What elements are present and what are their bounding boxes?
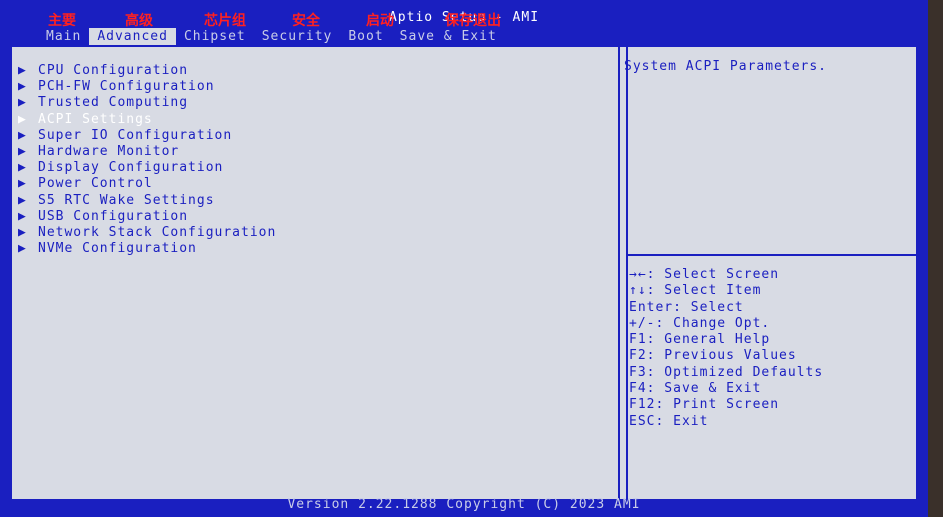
submenu-arrow-icon: ▶ [18, 143, 27, 159]
key-hint: →←: Select Screen [629, 267, 780, 282]
menu-item[interactable]: ▶ ACPI Settings [18, 112, 614, 128]
annotation-label: 保存退出 [445, 13, 501, 29]
menu-item-label: PCH-FW Configuration [38, 79, 215, 95]
menu-item-label: Display Configuration [38, 160, 224, 176]
menu-item[interactable]: ▶ Hardware Monitor [18, 144, 614, 160]
submenu-arrow-icon: ▶ [18, 111, 27, 127]
monitor-bezel [928, 0, 943, 517]
submenu-arrow-icon: ▶ [18, 241, 27, 257]
panel-divider-inner [626, 47, 628, 499]
menu-item[interactable]: ▶ Display Configuration [18, 160, 614, 176]
key-hint: F4: Save & Exit [629, 381, 762, 397]
annotation-label: 主要 [48, 13, 76, 29]
menu-item-label: USB Configuration [38, 208, 189, 224]
tab-boot[interactable]: Boot [340, 28, 391, 46]
menu-item[interactable]: ▶ USB Configuration [18, 209, 614, 225]
submenu-arrow-icon: ▶ [18, 63, 27, 78]
menu-item[interactable]: ▶ Network Stack Configuration [18, 225, 614, 241]
menu-item[interactable]: ▶ Power Control [18, 176, 614, 192]
key-hint: F3: Optimized Defaults [629, 364, 824, 380]
help-text: System ACPI Parameters. [624, 59, 828, 74]
advanced-menu-list: ▶ CPU Configuration ▶ PCH-FW Configuration ▶… [18, 63, 614, 493]
submenu-arrow-icon: ▶ [18, 127, 27, 143]
annotation-label: 启动 [366, 13, 394, 29]
submenu-arrow-icon: ▶ [18, 79, 27, 95]
menu-item[interactable]: ▶ PCH-FW Configuration [18, 79, 614, 95]
tab-security[interactable]: Security [254, 28, 341, 46]
annotation-label: 高级 [125, 13, 153, 29]
tab-bar: Main Advanced Chipset Security Boot Save… [38, 28, 505, 46]
menu-item-label: Power Control [38, 176, 153, 192]
tab-main[interactable]: Main [38, 28, 89, 46]
menu-item[interactable]: ▶ Super IO Configuration [18, 128, 614, 144]
bios-screen: Aptio Setup - AMI 主要 高级 芯片组 安全 启动 保存退出 Main A… [0, 0, 928, 517]
version-footer: Version 2.22.1288 Copyright (C) 2023 AMI [287, 497, 641, 512]
submenu-arrow-icon: ▶ [18, 160, 27, 176]
key-hint: +/-: Change Opt. [629, 315, 771, 331]
menu-item-label: S5 RTC Wake Settings [38, 192, 215, 208]
annotation-label: 芯片组 [204, 13, 246, 29]
key-hint: ↑↓: Select Item [629, 283, 762, 299]
key-hint: Enter: Select [629, 299, 744, 315]
menu-item-label: NVMe Configuration [38, 241, 197, 257]
submenu-arrow-icon: ▶ [18, 224, 27, 240]
submenu-arrow-icon: ▶ [18, 208, 27, 224]
tab-advanced[interactable]: Advanced [89, 28, 176, 46]
menu-item[interactable]: ▶ S5 RTC Wake Settings [18, 193, 614, 209]
menu-item[interactable]: ▶ NVMe Configuration [18, 241, 614, 257]
menu-item-label: Hardware Monitor [38, 143, 180, 159]
key-legend: →←: Select Screen ↑↓: Select Item Enter: S… [629, 267, 823, 430]
submenu-arrow-icon: ▶ [18, 192, 27, 208]
main-panel: ▶ CPU Configuration ▶ PCH-FW Configuration ▶… [10, 45, 918, 501]
menu-item[interactable]: ▶ CPU Configuration [18, 63, 614, 79]
key-hint: F2: Previous Values [629, 348, 797, 364]
menu-item-label: Super IO Configuration [38, 127, 233, 143]
key-hint: ESC: Exit [629, 413, 709, 429]
tab-chipset[interactable]: Chipset [176, 28, 254, 46]
submenu-arrow-icon: ▶ [18, 176, 27, 192]
help-divider [628, 254, 916, 256]
panel-divider [618, 47, 620, 499]
menu-item-label: ACPI Settings [38, 111, 153, 127]
submenu-arrow-icon: ▶ [18, 95, 27, 111]
tab-save-exit[interactable]: Save & Exit [392, 28, 505, 46]
menu-item-label: Trusted Computing [38, 95, 189, 111]
menu-item-label: Network Stack Configuration [38, 224, 277, 240]
key-hint: F1: General Help [629, 332, 771, 348]
annotation-label: 安全 [292, 13, 320, 29]
menu-item[interactable]: ▶ Trusted Computing [18, 95, 614, 111]
key-hint: F12: Print Screen [629, 397, 780, 413]
menu-item-label: CPU Configuration [38, 63, 189, 78]
